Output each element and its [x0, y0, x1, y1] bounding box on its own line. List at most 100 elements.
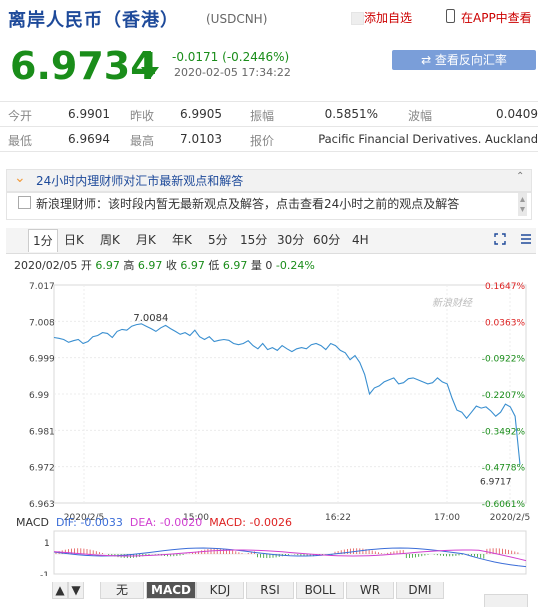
view-in-app-link[interactable]: 在APP中查看 — [461, 9, 532, 26]
info-low-label: 低 — [208, 259, 220, 272]
macd-panel — [53, 530, 527, 575]
info-high: 6.97 — [137, 259, 163, 272]
info-vol-label: 量 — [250, 259, 262, 272]
currency-code: (USDCNH) — [206, 12, 268, 26]
info-date: 2020/02/05 — [14, 259, 78, 272]
dea-label: DEA: — [129, 516, 157, 529]
notice-text[interactable]: 新浪理财师：该时段内暂无最新观点及解答，点击查看24小时之前的观点及解答 — [36, 195, 459, 212]
tab-daily[interactable]: 日K — [64, 232, 84, 248]
dif-label: DIF: — [55, 516, 77, 529]
tab-4h[interactable]: 4H — [352, 232, 369, 248]
chart-watermark: 新浪财经 — [432, 297, 473, 309]
dif-value: -0.0033 — [80, 516, 123, 529]
stat-label-quoter: 报价 — [250, 134, 275, 148]
watch-checkbox[interactable] — [351, 12, 364, 25]
max-price-label: 7.0084 — [133, 313, 168, 324]
scroll-area[interactable] — [484, 594, 528, 607]
stat-label-low: 最低 — [8, 134, 33, 148]
scroll-handle-icon[interactable] — [518, 193, 527, 216]
macd-label: MACD: — [209, 516, 246, 529]
page-title: 离岸人民币（香港） — [8, 10, 179, 31]
right-tick-label: -0.6061% — [482, 500, 526, 510]
indicator-tab-macd[interactable]: MACD — [146, 582, 196, 599]
indicator-tab-wr[interactable]: WR — [346, 582, 394, 599]
info-high-label: 高 — [123, 259, 135, 272]
tab-30min[interactable]: 30分 — [277, 232, 304, 248]
info-open-label: 开 — [80, 259, 92, 272]
current-price: 6.9734 — [10, 44, 157, 88]
add-watchlist-link[interactable]: 添加自选 — [364, 9, 412, 26]
stat-value-amplitude: 0.5851% — [324, 107, 378, 121]
price-change: -0.0171 (-0.2446%) — [172, 50, 290, 64]
tab-5min[interactable]: 5分 — [208, 232, 228, 248]
phone-icon — [446, 9, 455, 23]
macd-value: -0.0026 — [249, 516, 292, 529]
stat-label-range: 波幅 — [408, 109, 433, 123]
info-low: 6.97 — [222, 259, 248, 272]
info-pct: -0.24% — [275, 259, 315, 272]
x-tick-label: 2020/2/5 — [490, 513, 530, 523]
indicator-tab-none[interactable]: 无 — [100, 582, 144, 599]
stat-label-high: 最高 — [130, 134, 155, 148]
quote-time: 2020-02-05 17:34:22 — [174, 66, 291, 79]
stat-label-amplitude: 振幅 — [250, 109, 275, 123]
dea-value: -0.0020 — [159, 516, 203, 529]
indicator-tab-rsi[interactable]: RSI — [246, 582, 294, 599]
stat-label-open: 今开 — [8, 109, 33, 123]
price-chart[interactable]: 7.017 7.008 6.999 6.99 6.981 6.972 6.963 0.164… — [0, 276, 550, 576]
y-axis-ticks: 7.017 7.008 6.999 6.99 6.981 6.972 6.963 — [29, 282, 55, 510]
fullscreen-icon[interactable] — [494, 233, 506, 245]
period-tab-bar — [6, 228, 536, 254]
y-tick-label: 7.008 — [29, 318, 55, 328]
y-tick-label: 6.999 — [29, 355, 55, 365]
right-tick-label: -0.2207% — [482, 391, 526, 401]
right-tick-label: -0.4778% — [482, 464, 526, 474]
advisor-avatar — [18, 196, 31, 209]
info-vol: 0 — [265, 259, 273, 272]
last-price-label: 6.9717 — [480, 478, 512, 488]
macd-tick-top: 1 — [44, 539, 50, 549]
y-tick-label: 6.972 — [29, 464, 55, 474]
y-tick-label: 7.017 — [29, 282, 55, 292]
macd-tick-bottom: -1 — [40, 571, 49, 576]
y-tick-label: 6.963 — [29, 500, 55, 510]
indicator-tab-dmi[interactable]: DMI — [396, 582, 444, 599]
x-tick-label: 17:00 — [434, 513, 460, 523]
info-close-label: 收 — [165, 259, 177, 272]
right-tick-label: -0.3492% — [482, 427, 526, 437]
y-tick-label: 6.981 — [29, 427, 55, 437]
indicator-tab-boll[interactable]: BOLL — [296, 582, 344, 599]
expand-icon[interactable]: ⌃ — [516, 171, 524, 182]
macd-legend: MACD DIF: -0.0033 DEA: -0.0020 MACD: -0.… — [16, 516, 292, 529]
down-arrow-icon — [141, 52, 159, 79]
right-axis-ticks: 0.1647% 0.0363% -0.0922% -0.2207% -0.3492% -0… — [482, 282, 526, 510]
right-tick-label: 0.1647% — [485, 282, 525, 292]
tab-yearly[interactable]: 年K — [172, 232, 192, 248]
stat-value-open: 6.9901 — [68, 107, 110, 121]
chevron-icon: ⌄ — [14, 170, 26, 186]
stat-value-range: 0.0409 — [496, 107, 538, 121]
x-tick-label: 16:22 — [325, 513, 351, 523]
tab-weekly[interactable]: 周K — [100, 232, 120, 248]
reverse-rate-button[interactable]: ⇄ 查看反向汇率 — [392, 50, 536, 70]
right-tick-label: 0.0363% — [485, 318, 525, 328]
ohlc-info: 2020/02/05 开 6.97 高 6.97 收 6.97 低 6.97 量… — [14, 257, 315, 273]
right-tick-label: -0.0922% — [482, 355, 526, 365]
scroll-down-button[interactable]: ▼ — [68, 582, 84, 599]
menu-icon[interactable] — [520, 233, 532, 245]
tab-monthly[interactable]: 月K — [136, 232, 156, 248]
indicator-tab-kdj[interactable]: KDJ — [196, 582, 244, 599]
tab-60min[interactable]: 60分 — [313, 232, 340, 248]
macd-title: MACD — [16, 516, 49, 529]
stat-value-quoter: Pacific Financial Derivatives. Auckland — [318, 132, 538, 146]
info-close: 6.97 — [180, 259, 205, 272]
dif-line — [53, 547, 527, 568]
tab-15min[interactable]: 15分 — [240, 232, 267, 248]
tab-1min[interactable]: 1分 — [28, 229, 58, 252]
notice-title[interactable]: 24小时内理财师对汇市最新观点和解答 — [36, 172, 243, 189]
scroll-up-button[interactable]: ▲ — [52, 582, 68, 599]
y-tick-label: 6.99 — [29, 391, 49, 401]
stat-value-low: 6.9694 — [68, 132, 110, 146]
stat-value-high: 7.0103 — [180, 132, 222, 146]
info-open: 6.97 — [95, 259, 120, 272]
